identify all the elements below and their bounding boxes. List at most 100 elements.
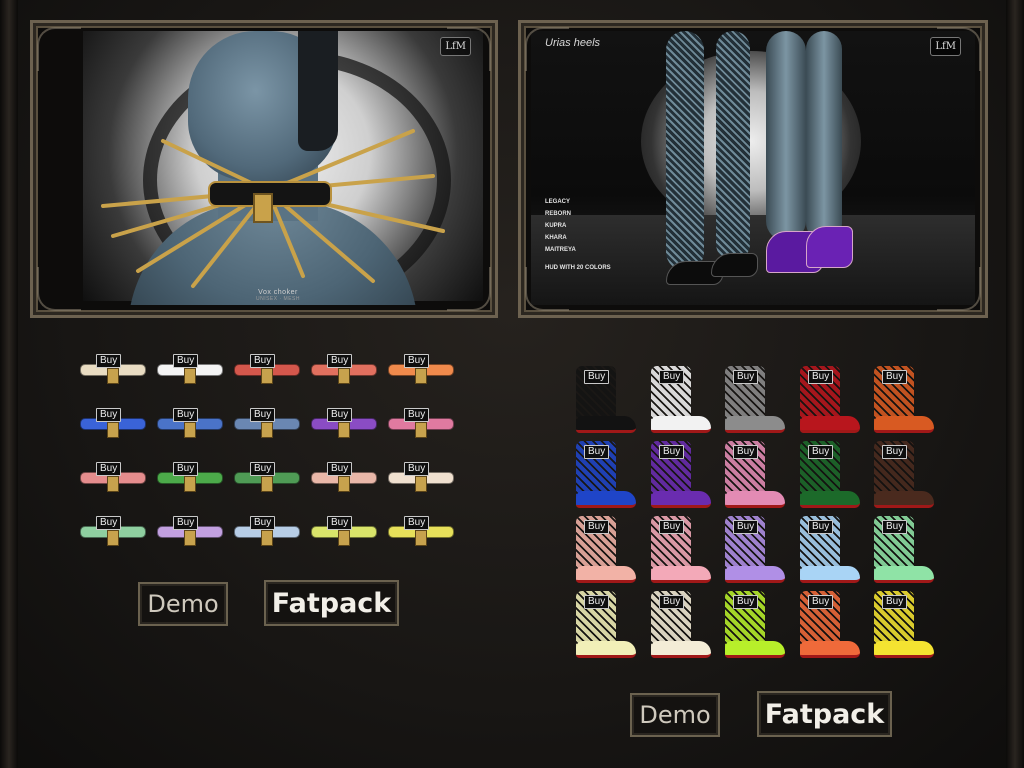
buy-button[interactable]: Buy xyxy=(96,516,122,530)
choker-variant[interactable]: Buy xyxy=(311,462,377,496)
buy-button[interactable]: Buy xyxy=(327,462,353,476)
heel-variant[interactable]: Buy xyxy=(870,366,938,436)
choker-variant[interactable]: Buy xyxy=(388,354,454,388)
heel-variant[interactable]: Buy xyxy=(647,441,715,511)
choker-variant[interactable]: Buy xyxy=(388,408,454,442)
choker-variant[interactable]: Buy xyxy=(388,516,454,550)
choker-variant[interactable]: Buy xyxy=(234,462,300,496)
heel-variant[interactable]: Buy xyxy=(721,516,789,586)
choker-spikes xyxy=(101,129,445,288)
buy-button[interactable]: Buy xyxy=(808,595,834,609)
chokers-fatpack-button[interactable]: Fatpack xyxy=(264,580,399,626)
buy-button[interactable]: Buy xyxy=(584,595,610,609)
buy-button[interactable]: Buy xyxy=(327,408,353,422)
heel-variant[interactable]: Buy xyxy=(647,366,715,436)
buy-button[interactable]: Buy xyxy=(250,354,276,368)
buy-button[interactable]: Buy xyxy=(173,516,199,530)
choker-variant[interactable]: Buy xyxy=(80,354,146,388)
heels-fatpack-button[interactable]: Fatpack xyxy=(757,691,892,737)
buy-button[interactable]: Buy xyxy=(659,595,685,609)
heel-variant[interactable]: Buy xyxy=(572,441,640,511)
heel-variant[interactable]: Buy xyxy=(647,516,715,586)
heel-variant[interactable]: Buy xyxy=(870,591,938,661)
buy-button[interactable]: Buy xyxy=(250,462,276,476)
buy-button[interactable]: Buy xyxy=(327,516,353,530)
buy-button[interactable]: Buy xyxy=(173,462,199,476)
buy-button[interactable]: Buy xyxy=(882,520,908,534)
choker-variant[interactable]: Buy xyxy=(311,354,377,388)
heel-variant[interactable]: Buy xyxy=(572,516,640,586)
buy-button[interactable]: Buy xyxy=(96,354,122,368)
buy-button[interactable]: Buy xyxy=(404,354,430,368)
choker-variant[interactable]: Buy xyxy=(157,516,223,550)
buy-button[interactable]: Buy xyxy=(404,408,430,422)
heel-variant[interactable]: Buy xyxy=(870,516,938,586)
buy-button[interactable]: Buy xyxy=(882,370,908,384)
frame-ornament xyxy=(447,27,491,71)
buy-button[interactable]: Buy xyxy=(733,445,759,459)
choker-variant[interactable]: Buy xyxy=(234,354,300,388)
buy-button[interactable]: Buy xyxy=(404,462,430,476)
choker-variant[interactable]: Buy xyxy=(311,516,377,550)
heel-variant[interactable]: Buy xyxy=(721,441,789,511)
buy-button[interactable]: Buy xyxy=(808,445,834,459)
choker-variant[interactable]: Buy xyxy=(234,408,300,442)
heel-foot xyxy=(725,491,785,508)
heel-variant[interactable]: Buy xyxy=(647,591,715,661)
buy-button[interactable]: Buy xyxy=(808,520,834,534)
choker-padlock xyxy=(184,422,196,438)
buy-button[interactable]: Buy xyxy=(659,445,685,459)
choker-variant[interactable]: Buy xyxy=(388,462,454,496)
heel-variant[interactable]: Buy xyxy=(572,591,640,661)
chokers-demo-button[interactable]: Demo xyxy=(138,582,228,626)
choker-ad-poster[interactable]: Vox choker UNISEX · MESH LfM xyxy=(30,20,498,318)
heel-variant[interactable]: Buy xyxy=(796,366,864,436)
choker-variant[interactable]: Buy xyxy=(311,408,377,442)
choker-caption-sub: UNISEX · MESH xyxy=(255,296,300,302)
heels-ad-poster[interactable]: Urias heels LfM LEGACY REBORN KUPRA KHAR… xyxy=(518,20,988,318)
buy-button[interactable]: Buy xyxy=(659,520,685,534)
heel-foot xyxy=(874,491,934,508)
buy-button[interactable]: Buy xyxy=(250,408,276,422)
heel-foot xyxy=(800,641,860,658)
body-name: KHARA xyxy=(545,235,567,241)
choker-ad-image: Vox choker UNISEX · MESH LfM xyxy=(43,31,485,305)
choker-variant[interactable]: Buy xyxy=(80,516,146,550)
heel-variant[interactable]: Buy xyxy=(796,516,864,586)
choker-padlock xyxy=(184,368,196,384)
heel-variant[interactable]: Buy xyxy=(796,591,864,661)
heel-variant[interactable]: Buy xyxy=(572,366,640,436)
choker-variant[interactable]: Buy xyxy=(157,408,223,442)
frame-ornament xyxy=(37,27,81,71)
choker-variant[interactable]: Buy xyxy=(80,408,146,442)
choker-variant[interactable]: Buy xyxy=(157,354,223,388)
choker-variant[interactable]: Buy xyxy=(234,516,300,550)
buy-button[interactable]: Buy xyxy=(404,516,430,530)
buy-button[interactable]: Buy xyxy=(659,370,685,384)
choker-variant[interactable]: Buy xyxy=(80,462,146,496)
buy-button[interactable]: Buy xyxy=(733,370,759,384)
buy-button[interactable]: Buy xyxy=(808,370,834,384)
heel-variant[interactable]: Buy xyxy=(721,366,789,436)
heel-variant[interactable]: Buy xyxy=(721,591,789,661)
buy-button[interactable]: Buy xyxy=(882,595,908,609)
heel-variant[interactable]: Buy xyxy=(796,441,864,511)
buy-button[interactable]: Buy xyxy=(173,408,199,422)
buy-button[interactable]: Buy xyxy=(96,408,122,422)
buy-button[interactable]: Buy xyxy=(250,516,276,530)
buy-button[interactable]: Buy xyxy=(173,354,199,368)
body-name: REBORN xyxy=(545,211,572,217)
buy-button[interactable]: Buy xyxy=(327,354,353,368)
heel-variant[interactable]: Buy xyxy=(870,441,938,511)
body-name: LEGACY xyxy=(545,199,571,205)
buy-button[interactable]: Buy xyxy=(584,370,610,384)
buy-button[interactable]: Buy xyxy=(96,462,122,476)
choker-variant[interactable]: Buy xyxy=(157,462,223,496)
buy-button[interactable]: Buy xyxy=(733,595,759,609)
buy-button[interactable]: Buy xyxy=(733,520,759,534)
buy-button[interactable]: Buy xyxy=(882,445,908,459)
heel-foot xyxy=(651,566,711,583)
heels-demo-button[interactable]: Demo xyxy=(630,693,720,737)
buy-button[interactable]: Buy xyxy=(584,520,610,534)
buy-button[interactable]: Buy xyxy=(584,445,610,459)
